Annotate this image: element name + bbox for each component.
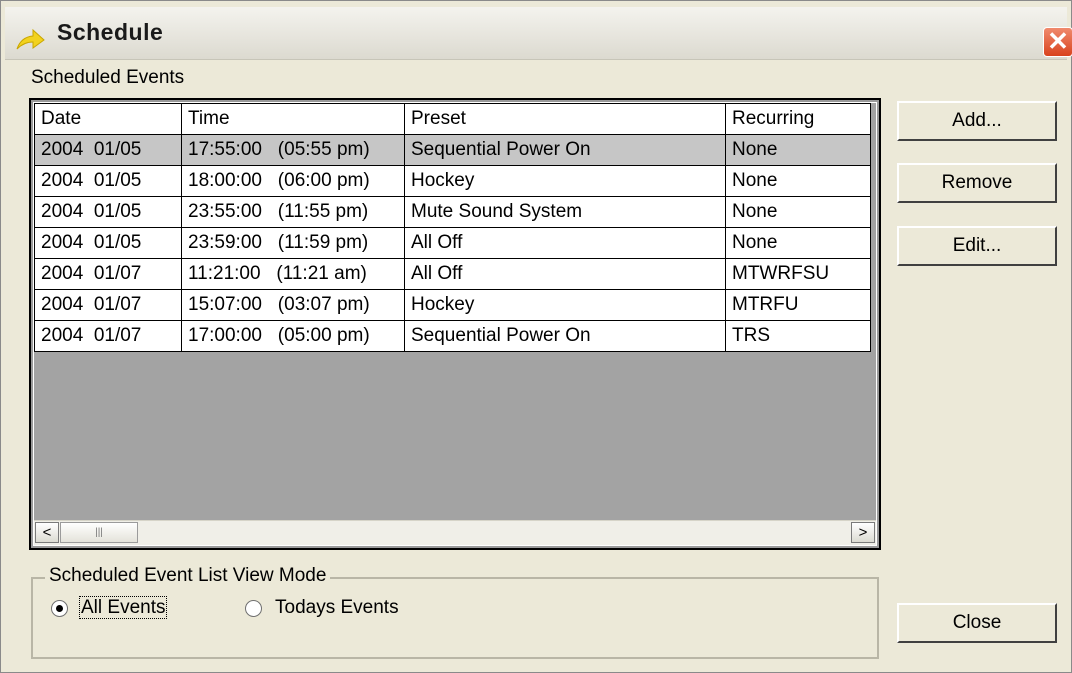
- cell-time: 17:55:00 (05:55 pm): [181, 134, 405, 166]
- column-header-preset[interactable]: Preset: [404, 103, 726, 135]
- cell-date: 2004 01/07: [34, 320, 182, 352]
- table-row[interactable]: 2004 01/05 23:59:00 (11:59 pm) All Off None: [34, 227, 871, 259]
- cell-date: 2004 01/05: [34, 165, 182, 197]
- cell-recurring: MTRFU: [725, 289, 871, 321]
- cell-date: 2004 01/05: [34, 134, 182, 166]
- scheduled-events-label: Scheduled Events: [31, 67, 185, 88]
- cell-time: 23:59:00 (11:59 pm): [181, 227, 405, 259]
- add-button[interactable]: Add...: [897, 101, 1057, 141]
- cell-recurring: None: [725, 196, 871, 228]
- cell-recurring: MTWRFSU: [725, 258, 871, 290]
- cell-preset: All Off: [404, 258, 726, 290]
- all-events-text: All Events: [79, 596, 168, 619]
- all-events-radio[interactable]: [51, 600, 68, 617]
- close-icon[interactable]: ✕: [1043, 27, 1072, 57]
- cell-date: 2004 01/05: [34, 196, 182, 228]
- cell-date: 2004 01/07: [34, 289, 182, 321]
- column-header-recurring[interactable]: Recurring: [725, 103, 871, 135]
- todays-events-radio[interactable]: [245, 600, 262, 617]
- table-row[interactable]: 2004 01/07 15:07:00 (03:07 pm) Hockey MTRFU: [34, 289, 871, 321]
- horizontal-scrollbar[interactable]: < ||| >: [34, 520, 876, 545]
- cell-preset: Hockey: [404, 289, 726, 321]
- column-header-row: Date Time Preset Recurring: [34, 103, 871, 135]
- table-row[interactable]: 2004 01/05 17:55:00 (05:55 pm) Sequential …: [34, 134, 871, 166]
- events-list[interactable]: Date Time Preset Recurring 2004 01/05 17:…: [29, 98, 881, 550]
- cell-time: 23:55:00 (11:55 pm): [181, 196, 405, 228]
- cell-time: 15:07:00 (03:07 pm): [181, 289, 405, 321]
- cell-recurring: None: [725, 227, 871, 259]
- title-bar[interactable]: Schedule ✕: [5, 7, 1072, 60]
- remove-button[interactable]: Remove: [897, 163, 1057, 203]
- scroll-right-icon[interactable]: >: [851, 522, 875, 543]
- events-table: Date Time Preset Recurring 2004 01/05 17:…: [34, 103, 871, 352]
- scroll-thumb[interactable]: |||: [60, 522, 138, 543]
- cell-date: 2004 01/07: [34, 258, 182, 290]
- all-events-label[interactable]: All Events: [79, 596, 168, 619]
- column-header-date[interactable]: Date: [34, 103, 182, 135]
- todays-events-label[interactable]: Todays Events: [275, 597, 399, 619]
- cell-recurring: TRS: [725, 320, 871, 352]
- cell-time: 11:21:00 (11:21 am): [181, 258, 405, 290]
- table-row[interactable]: 2004 01/05 18:00:00 (06:00 pm) Hockey None: [34, 165, 871, 197]
- cell-time: 18:00:00 (06:00 pm): [181, 165, 405, 197]
- schedule-window: Schedule ✕ Scheduled Events Date Time Pr…: [0, 0, 1072, 673]
- cell-preset: Mute Sound System: [404, 196, 726, 228]
- scroll-left-icon[interactable]: <: [35, 522, 59, 543]
- cell-preset: All Off: [404, 227, 726, 259]
- cell-preset: Sequential Power On: [404, 320, 726, 352]
- column-header-time[interactable]: Time: [181, 103, 405, 135]
- table-row[interactable]: 2004 01/05 23:55:00 (11:55 pm) Mute Sound …: [34, 196, 871, 228]
- radio-selected-dot: [56, 605, 63, 612]
- cell-preset: Sequential Power On: [404, 134, 726, 166]
- view-mode-group-title: Scheduled Event List View Mode: [45, 565, 331, 587]
- table-row[interactable]: 2004 01/07 11:21:00 (11:21 am) All Off MTWR…: [34, 258, 871, 290]
- schedule-arrow-icon: [16, 28, 45, 50]
- edit-button[interactable]: Edit...: [897, 226, 1057, 266]
- table-row[interactable]: 2004 01/07 17:00:00 (05:00 pm) Sequential …: [34, 320, 871, 352]
- cell-preset: Hockey: [404, 165, 726, 197]
- cell-recurring: None: [725, 165, 871, 197]
- close-button[interactable]: Close: [897, 603, 1057, 643]
- cell-date: 2004 01/05: [34, 227, 182, 259]
- cell-recurring: None: [725, 134, 871, 166]
- events-list-body[interactable]: Date Time Preset Recurring 2004 01/05 17:…: [33, 102, 877, 546]
- cell-time: 17:00:00 (05:00 pm): [181, 320, 405, 352]
- window-title: Schedule: [57, 19, 164, 45]
